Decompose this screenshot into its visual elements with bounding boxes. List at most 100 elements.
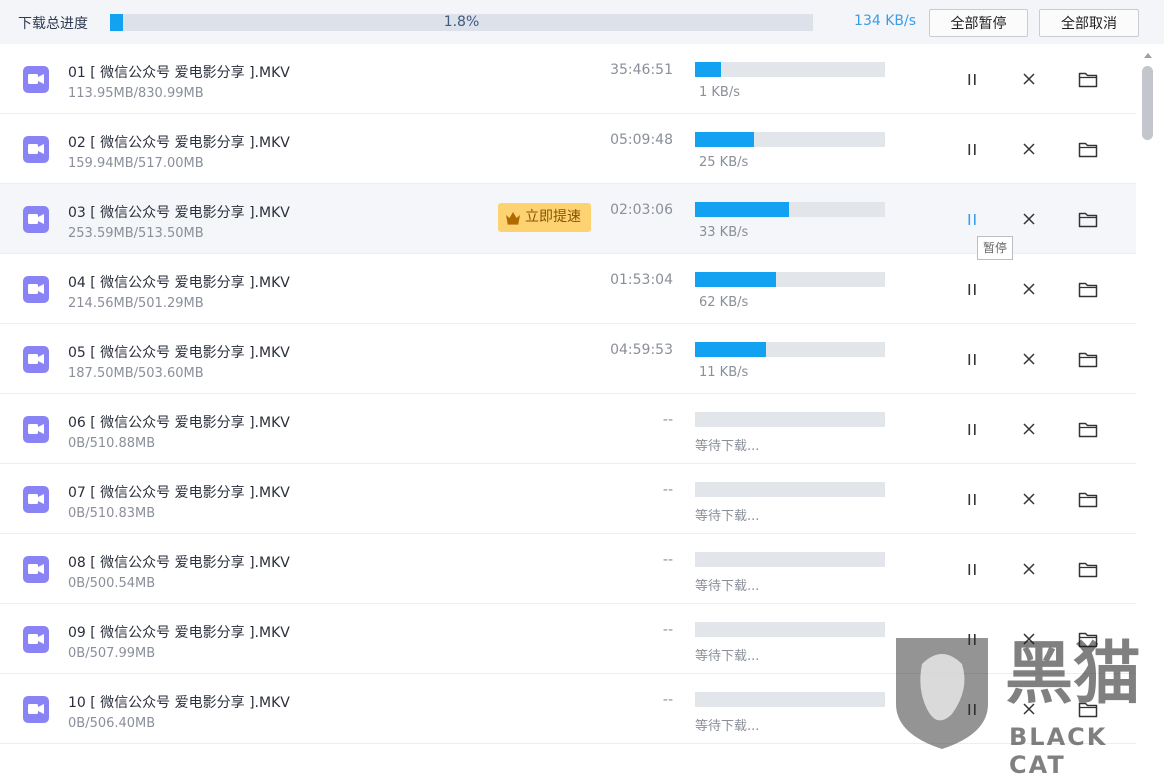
open-folder-button[interactable] bbox=[1077, 278, 1099, 300]
file-name: 07 [ 微信公众号 爱电影分享 ].MKV bbox=[68, 485, 290, 501]
folder-icon bbox=[1078, 492, 1098, 507]
file-progress-bar bbox=[695, 62, 885, 77]
file-progress-bar bbox=[695, 272, 885, 287]
time-remaining: -- bbox=[662, 552, 673, 568]
file-name: 01 [ 微信公众号 爱电影分享 ].MKV bbox=[68, 65, 290, 81]
file-size: 0B/500.54MB bbox=[68, 576, 156, 591]
file-name: 02 [ 微信公众号 爱电影分享 ].MKV bbox=[68, 135, 290, 151]
pause-icon bbox=[968, 493, 976, 505]
file-name: 08 [ 微信公众号 爱电影分享 ].MKV bbox=[68, 555, 290, 571]
cancel-button[interactable] bbox=[1018, 418, 1040, 440]
file-size: 113.95MB/830.99MB bbox=[68, 86, 204, 101]
close-icon bbox=[1023, 143, 1035, 155]
file-progress-bar bbox=[695, 132, 885, 147]
download-row[interactable]: 04 [ 微信公众号 爱电影分享 ].MKV 214.56MB/501.29MB 0… bbox=[0, 254, 1136, 324]
pause-icon bbox=[968, 563, 976, 575]
watermark-en: BLACK CAT bbox=[1009, 723, 1108, 779]
download-speed: 等待下载... bbox=[695, 649, 760, 664]
file-size: 214.56MB/501.29MB bbox=[68, 296, 204, 311]
open-folder-button[interactable] bbox=[1077, 348, 1099, 370]
download-row[interactable]: 10 [ 微信公众号 爱电影分享 ].MKV 0B/506.40MB -- 等待下载.… bbox=[0, 674, 1136, 744]
file-size: 253.59MB/513.50MB bbox=[68, 226, 204, 241]
cancel-button[interactable] bbox=[1018, 208, 1040, 230]
download-speed: 等待下载... bbox=[695, 719, 760, 734]
video-file-icon bbox=[23, 66, 49, 93]
scroll-up-arrow-icon[interactable] bbox=[1143, 52, 1153, 59]
file-size: 0B/510.83MB bbox=[68, 506, 156, 521]
cancel-all-button[interactable]: 全部取消 bbox=[1039, 9, 1139, 37]
time-remaining: 02:03:06 bbox=[610, 202, 673, 218]
close-icon bbox=[1023, 423, 1035, 435]
open-folder-button[interactable] bbox=[1077, 208, 1099, 230]
pause-all-button[interactable]: 全部暂停 bbox=[929, 9, 1028, 37]
pause-icon bbox=[968, 423, 976, 435]
file-progress-bar bbox=[695, 692, 885, 707]
close-icon bbox=[1023, 213, 1035, 225]
download-row[interactable]: 02 [ 微信公众号 爱电影分享 ].MKV 159.94MB/517.00MB 0… bbox=[0, 114, 1136, 184]
file-name: 05 [ 微信公众号 爱电影分享 ].MKV bbox=[68, 345, 290, 361]
pause-icon bbox=[968, 73, 976, 85]
time-remaining: 04:59:53 bbox=[610, 342, 673, 358]
cancel-button[interactable] bbox=[1018, 138, 1040, 160]
file-name: 10 [ 微信公众号 爱电影分享 ].MKV bbox=[68, 695, 290, 711]
video-file-icon bbox=[23, 206, 49, 233]
open-folder-button[interactable] bbox=[1077, 418, 1099, 440]
time-remaining: -- bbox=[662, 692, 673, 708]
watermark-cn: 黑猫 bbox=[1005, 635, 1142, 714]
open-folder-button[interactable] bbox=[1077, 138, 1099, 160]
folder-icon bbox=[1078, 352, 1098, 367]
pause-button[interactable] bbox=[961, 488, 983, 510]
video-file-icon bbox=[23, 626, 49, 653]
download-speed: 11 KB/s bbox=[699, 365, 749, 380]
video-file-icon bbox=[23, 486, 49, 513]
download-row[interactable]: 03 [ 微信公众号 爱电影分享 ].MKV 253.59MB/513.50MB 立… bbox=[0, 184, 1136, 254]
download-row[interactable]: 07 [ 微信公众号 爱电影分享 ].MKV 0B/510.83MB -- 等待下载.… bbox=[0, 464, 1136, 534]
time-remaining: 01:53:04 bbox=[610, 272, 673, 288]
pause-button[interactable] bbox=[961, 348, 983, 370]
file-progress-bar bbox=[695, 622, 885, 637]
file-progress-fill bbox=[695, 62, 722, 77]
open-folder-button[interactable] bbox=[1077, 558, 1099, 580]
video-file-icon bbox=[23, 556, 49, 583]
file-progress-fill bbox=[695, 272, 777, 287]
close-icon bbox=[1023, 73, 1035, 85]
pause-button[interactable] bbox=[961, 628, 983, 650]
cancel-button[interactable] bbox=[1018, 278, 1040, 300]
pause-button[interactable] bbox=[961, 138, 983, 160]
cancel-button[interactable] bbox=[1018, 488, 1040, 510]
download-row[interactable]: 08 [ 微信公众号 爱电影分享 ].MKV 0B/500.54MB -- 等待下载.… bbox=[0, 534, 1136, 604]
pause-button[interactable] bbox=[961, 698, 983, 720]
total-progress-label: 下载总进度 bbox=[18, 16, 88, 32]
file-progress-fill bbox=[695, 342, 766, 357]
video-file-icon bbox=[23, 696, 49, 723]
pause-button[interactable] bbox=[961, 278, 983, 300]
total-progress-bar: 1.8% bbox=[110, 14, 813, 31]
download-row[interactable]: 06 [ 微信公众号 爱电影分享 ].MKV 0B/510.88MB -- 等待下载.… bbox=[0, 394, 1136, 464]
download-row[interactable]: 05 [ 微信公众号 爱电影分享 ].MKV 187.50MB/503.60MB 0… bbox=[0, 324, 1136, 394]
scrollbar-thumb[interactable] bbox=[1142, 66, 1153, 140]
download-row[interactable]: 09 [ 微信公众号 爱电影分享 ].MKV 0B/507.99MB -- 等待下载.… bbox=[0, 604, 1136, 674]
pause-button[interactable] bbox=[961, 558, 983, 580]
folder-icon bbox=[1078, 282, 1098, 297]
pause-button[interactable] bbox=[961, 68, 983, 90]
cancel-button[interactable] bbox=[1018, 68, 1040, 90]
open-folder-button[interactable] bbox=[1077, 68, 1099, 90]
pause-button[interactable] bbox=[961, 208, 983, 230]
pause-icon bbox=[968, 213, 976, 225]
file-progress-fill bbox=[695, 132, 754, 147]
file-name: 06 [ 微信公众号 爱电影分享 ].MKV bbox=[68, 415, 290, 431]
cancel-button[interactable] bbox=[1018, 558, 1040, 580]
download-speed: 62 KB/s bbox=[699, 295, 749, 310]
time-remaining: -- bbox=[662, 412, 673, 428]
folder-icon bbox=[1078, 142, 1098, 157]
toolbar: 下载总进度 1.8% 134 KB/s 全部暂停 全部取消 bbox=[0, 0, 1164, 45]
cancel-button[interactable] bbox=[1018, 348, 1040, 370]
file-size: 0B/510.88MB bbox=[68, 436, 156, 451]
open-folder-button[interactable] bbox=[1077, 488, 1099, 510]
download-speed: 25 KB/s bbox=[699, 155, 749, 170]
pause-button[interactable] bbox=[961, 418, 983, 440]
download-row[interactable]: 01 [ 微信公众号 爱电影分享 ].MKV 113.95MB/830.99MB 3… bbox=[0, 44, 1136, 114]
folder-icon bbox=[1078, 422, 1098, 437]
file-size: 0B/506.40MB bbox=[68, 716, 156, 731]
pause-icon bbox=[968, 143, 976, 155]
